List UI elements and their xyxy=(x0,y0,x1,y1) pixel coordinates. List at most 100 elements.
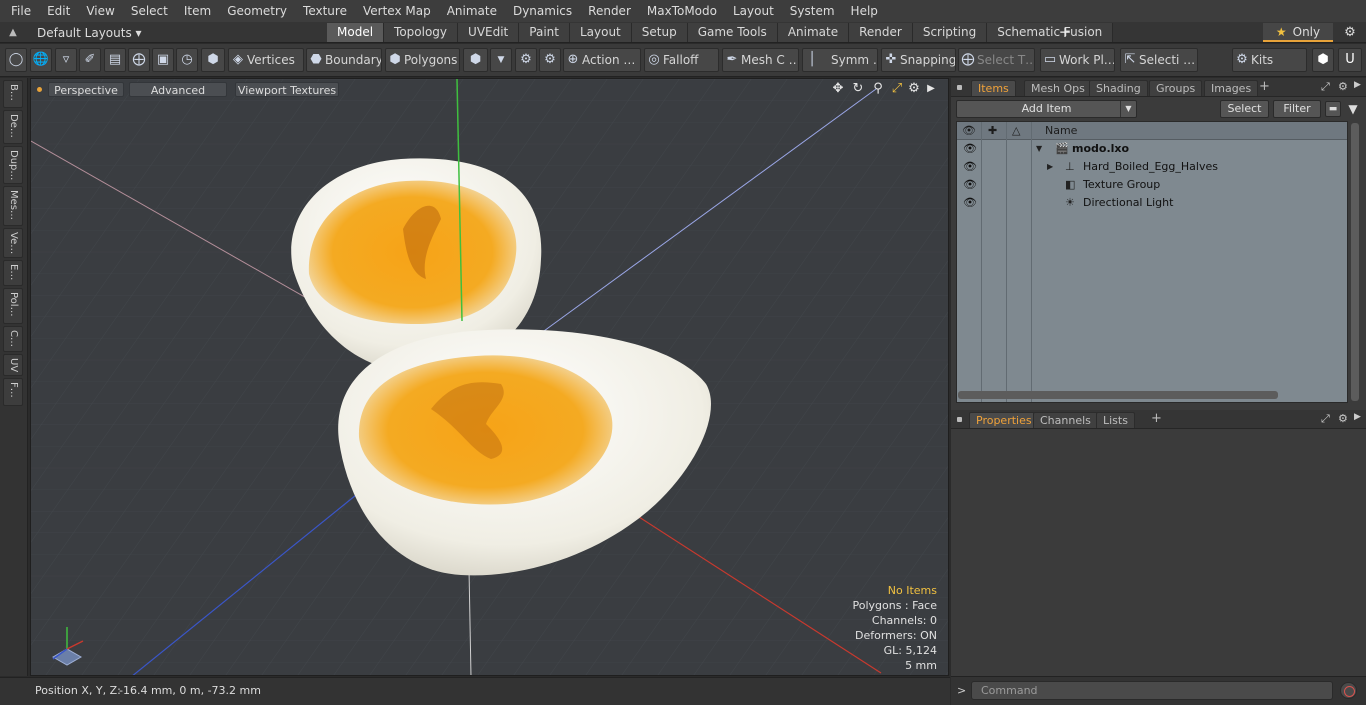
menu-layout[interactable]: Layout xyxy=(725,0,782,22)
unreal-button[interactable]: U xyxy=(1338,48,1362,72)
panel-arrow-icon[interactable]: ▶ xyxy=(1354,80,1361,90)
snapping-button[interactable]: ✜ Snapping xyxy=(881,48,956,72)
left-tab-curve[interactable]: C… xyxy=(3,326,23,352)
only-button[interactable]: ★ Only xyxy=(1263,23,1333,42)
list-item[interactable]: 👁 ▼ 🎬 modo.lxo xyxy=(957,140,1347,158)
panel-gear-icon[interactable]: ⚙ xyxy=(1338,412,1348,425)
globe-button[interactable]: 🌐 xyxy=(30,48,52,72)
viewport-expand-arrow-icon[interactable]: ▶ xyxy=(923,81,939,97)
add-tab-plus-icon[interactable]: + xyxy=(1151,411,1162,426)
tab-topology[interactable]: Topology xyxy=(384,23,459,42)
default-layouts-dropdown[interactable]: ▲ Default Layouts ▾ xyxy=(4,22,141,43)
add-item-button[interactable]: Add Item ▼ xyxy=(956,100,1137,118)
left-tab-basic[interactable]: B… xyxy=(3,80,23,108)
left-tab-vertex[interactable]: Ve… xyxy=(3,228,23,258)
material-dropdown[interactable]: ▼ xyxy=(490,48,512,72)
zoom-view-icon[interactable]: ⚲ xyxy=(870,81,886,97)
clock-button[interactable]: ◷ xyxy=(176,48,198,72)
expand-panel-icon[interactable]: ⤢ xyxy=(1321,80,1330,94)
tab-schematic-fusion[interactable]: Schematic Fusion xyxy=(987,23,1114,42)
3d-viewport[interactable]: Perspective Advanced Viewport Textures ✥… xyxy=(30,78,949,676)
collapse-up-icon[interactable]: ▲ xyxy=(4,27,22,38)
item-mode-button[interactable]: ⬢ xyxy=(201,48,225,72)
scrollbar-thumb[interactable] xyxy=(1351,123,1359,401)
visibility-eye-icon[interactable]: 👁 xyxy=(963,197,977,209)
snap-a-button[interactable]: ⚙ xyxy=(515,48,537,72)
select-circle-button[interactable]: ◯ xyxy=(5,48,27,72)
pen-button[interactable]: ▿ xyxy=(55,48,77,72)
tab-uvedit[interactable]: UVEdit xyxy=(458,23,520,42)
scrollbar-thumb[interactable] xyxy=(958,391,1278,399)
tab-layout[interactable]: Layout xyxy=(569,23,632,42)
list-item[interactable]: 👁 ▶ ⊥ Hard_Boiled_Egg_Halves xyxy=(957,158,1347,176)
vertices-button[interactable]: ◈ Vertices xyxy=(228,48,304,72)
snap-b-button[interactable]: ⚙ xyxy=(539,48,561,72)
tab-setup[interactable]: Setup xyxy=(631,23,688,42)
tab-channels[interactable]: Channels xyxy=(1033,412,1098,428)
kits-button[interactable]: ⚙ Kits xyxy=(1232,48,1307,72)
transform-button[interactable]: ⨁ xyxy=(128,48,150,72)
tab-scripting[interactable]: Scripting xyxy=(912,23,988,42)
visibility-eye-icon[interactable]: 👁 xyxy=(963,179,977,191)
collapsed-triangle-icon[interactable]: ▶ xyxy=(1047,158,1053,176)
left-tab-fusion[interactable]: F… xyxy=(3,378,23,406)
advanced-button[interactable]: Advanced xyxy=(129,82,227,97)
menu-geometry[interactable]: Geometry xyxy=(219,0,295,22)
left-tab-duplicate[interactable]: Dup… xyxy=(3,146,23,184)
tab-mesh-ops[interactable]: Mesh Ops xyxy=(1024,80,1092,96)
expand-panel-icon[interactable]: ⤢ xyxy=(1321,412,1330,426)
menu-maxtomodo[interactable]: MaxToModo xyxy=(639,0,725,22)
align-button[interactable]: ▤ xyxy=(104,48,126,72)
panel-menu-dot[interactable] xyxy=(957,85,962,90)
brush-button[interactable]: ✐ xyxy=(79,48,101,72)
tab-properties[interactable]: Properties xyxy=(969,412,1039,428)
funnel-icon[interactable]: ▼ xyxy=(1345,101,1361,117)
menu-edit[interactable]: Edit xyxy=(39,0,78,22)
record-macro-icon[interactable] xyxy=(1340,682,1357,699)
tab-game-tools[interactable]: Game Tools xyxy=(687,23,778,42)
filter-button[interactable]: Filter xyxy=(1273,100,1321,118)
expand-triangle-icon[interactable]: ▼ xyxy=(1036,140,1042,158)
select-button[interactable]: Select xyxy=(1220,100,1269,118)
select-through-button[interactable]: ⨁ Select T… xyxy=(958,48,1035,72)
maximize-view-icon[interactable]: ⤢ xyxy=(889,81,905,97)
panel-menu-dot[interactable] xyxy=(957,417,962,422)
menu-file[interactable]: File xyxy=(3,0,39,22)
menu-texture[interactable]: Texture xyxy=(295,0,355,22)
left-tab-mesh-edit[interactable]: Mes… xyxy=(3,186,23,226)
polygons-button[interactable]: ⬢ Polygons xyxy=(385,48,460,72)
boundary-button[interactable]: ⬣ Boundary xyxy=(306,48,382,72)
menu-help[interactable]: Help xyxy=(843,0,886,22)
symmetry-button[interactable]: │ Symm … xyxy=(802,48,878,72)
menu-view[interactable]: View xyxy=(78,0,122,22)
move-view-icon[interactable]: ✥ xyxy=(830,81,846,97)
tab-model[interactable]: Model xyxy=(327,23,385,42)
menu-render[interactable]: Render xyxy=(580,0,639,22)
tab-paint[interactable]: Paint xyxy=(519,23,570,42)
modo-cube-button[interactable]: ⬢ xyxy=(1312,48,1334,72)
command-input[interactable]: Command xyxy=(971,681,1333,700)
type-column-icon[interactable]: △ xyxy=(1012,122,1020,140)
gear-icon[interactable]: ⚙ xyxy=(1340,23,1360,42)
tab-render[interactable]: Render xyxy=(849,23,913,42)
viewport-gear-icon[interactable]: ⚙ xyxy=(906,81,922,97)
left-tab-deform[interactable]: De… xyxy=(3,110,23,144)
chevron-down-icon[interactable]: ▼ xyxy=(1120,101,1136,117)
mesh-constraint-button[interactable]: ✒ Mesh C … xyxy=(722,48,799,72)
collapse-all-icon[interactable]: ▬ xyxy=(1325,101,1341,117)
tab-lists[interactable]: Lists xyxy=(1096,412,1135,428)
list-item[interactable]: 👁 ◧ Texture Group xyxy=(957,176,1347,194)
action-center-button[interactable]: ⊕ Action … xyxy=(563,48,641,72)
menu-item[interactable]: Item xyxy=(176,0,219,22)
work-plane-button[interactable]: ▭ Work Pl… xyxy=(1040,48,1115,72)
item-list-h-scrollbar[interactable] xyxy=(956,389,1348,401)
left-tab-edge[interactable]: E… xyxy=(3,260,23,286)
tab-images[interactable]: Images xyxy=(1204,80,1259,96)
falloff-button[interactable]: ◎ Falloff xyxy=(644,48,719,72)
viewport-textures-button[interactable]: Viewport Textures xyxy=(235,82,339,97)
perspective-button[interactable]: Perspective xyxy=(48,82,124,97)
panel-arrow-icon[interactable]: ▶ xyxy=(1354,412,1361,422)
lock-column-icon[interactable]: ✚ xyxy=(988,122,997,140)
menu-dynamics[interactable]: Dynamics xyxy=(505,0,580,22)
add-tab-plus-icon[interactable]: + xyxy=(1259,79,1270,94)
